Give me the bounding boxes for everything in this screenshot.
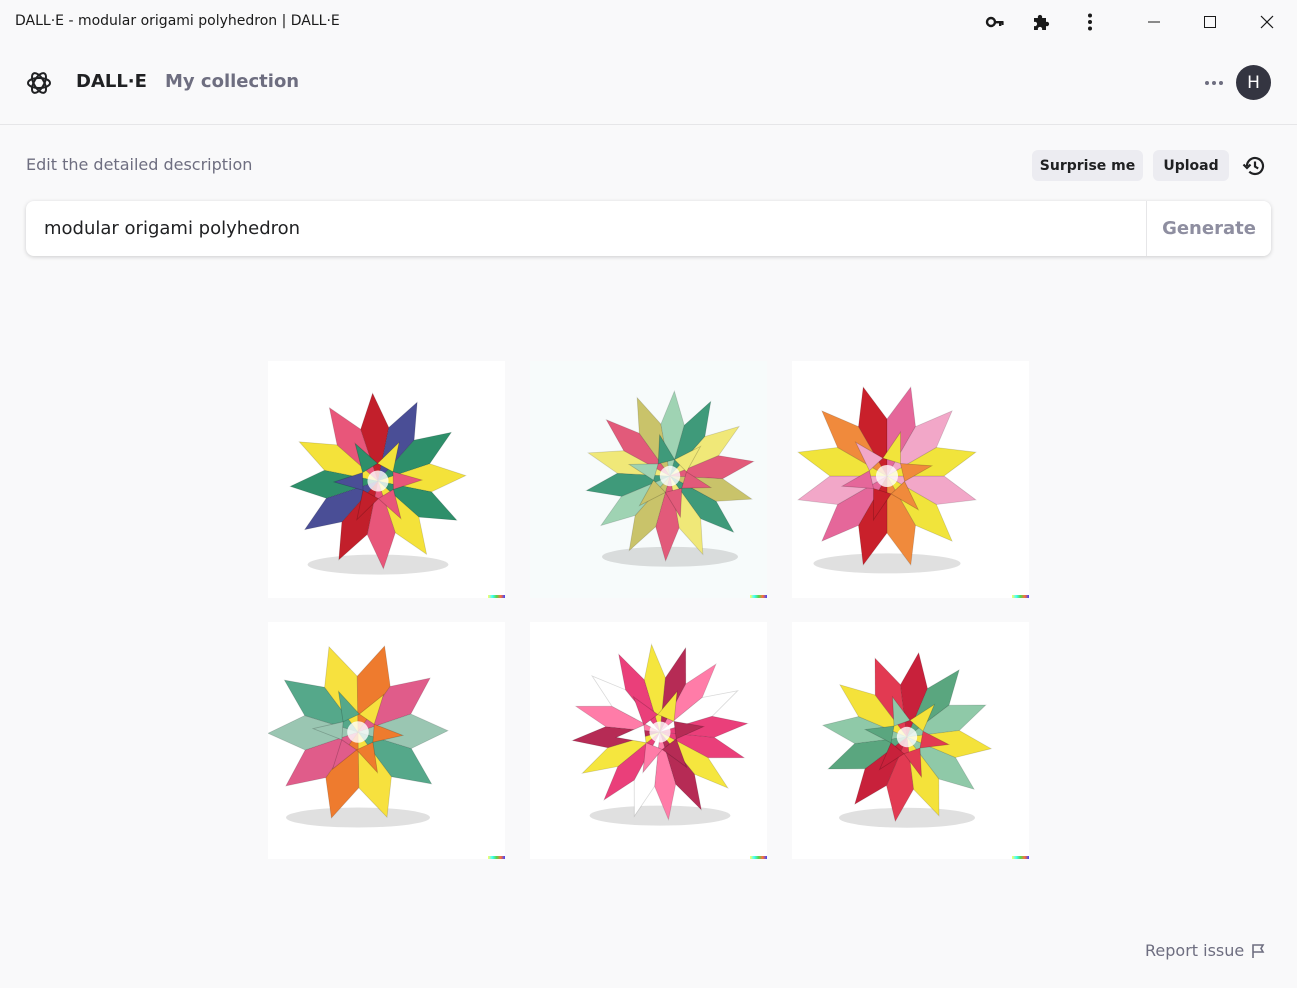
origami-image	[268, 622, 505, 859]
origami-image	[268, 361, 505, 598]
minimize-button[interactable]	[1134, 8, 1174, 36]
signature-bar	[1012, 595, 1029, 598]
more-options-icon[interactable]	[1200, 71, 1228, 95]
generate-button[interactable]: Generate	[1146, 201, 1271, 256]
surprise-me-button[interactable]: Surprise me	[1032, 150, 1143, 181]
app-header: DALL·E My collection H	[0, 44, 1297, 125]
key-icon[interactable]	[983, 10, 1007, 34]
maximize-icon	[1204, 16, 1216, 28]
results-grid	[268, 361, 1029, 859]
result-image[interactable]	[792, 361, 1029, 598]
prompt-label: Edit the detailed description	[26, 155, 253, 174]
signature-bar	[1012, 856, 1029, 859]
openai-logo-icon[interactable]	[24, 68, 54, 98]
result-image[interactable]	[792, 622, 1029, 859]
flag-icon	[1252, 943, 1265, 958]
close-window-button[interactable]	[1247, 8, 1287, 36]
report-issue-label: Report issue	[1145, 941, 1245, 960]
window-titlebar: DALL·E - modular origami polyhedron | DA…	[0, 0, 1297, 44]
my-collection-link[interactable]: My collection	[165, 71, 299, 92]
history-icon[interactable]	[1240, 152, 1268, 180]
maximize-button[interactable]	[1190, 8, 1230, 36]
avatar[interactable]: H	[1236, 65, 1271, 100]
prompt-input[interactable]	[26, 201, 1154, 256]
result-image[interactable]	[530, 622, 767, 859]
close-icon	[1260, 15, 1274, 29]
window-title: DALL·E - modular origami polyhedron | DA…	[15, 13, 340, 29]
report-issue-link[interactable]: Report issue	[1145, 941, 1266, 960]
origami-image	[792, 622, 1029, 859]
brand-link[interactable]: DALL·E	[76, 71, 147, 92]
signature-bar	[750, 856, 767, 859]
upload-button[interactable]: Upload	[1153, 150, 1229, 181]
signature-bar	[488, 856, 505, 859]
kebab-menu-icon[interactable]	[1078, 10, 1102, 34]
result-image[interactable]	[268, 361, 505, 598]
signature-bar	[750, 595, 767, 598]
origami-image	[530, 622, 767, 859]
result-image[interactable]	[268, 622, 505, 859]
origami-image	[792, 361, 1029, 598]
prompt-box: Generate	[26, 201, 1271, 256]
minimize-icon	[1148, 21, 1160, 23]
puzzle-icon[interactable]	[1029, 10, 1053, 34]
result-image[interactable]	[530, 361, 767, 598]
origami-image	[530, 361, 767, 598]
signature-bar	[488, 595, 505, 598]
